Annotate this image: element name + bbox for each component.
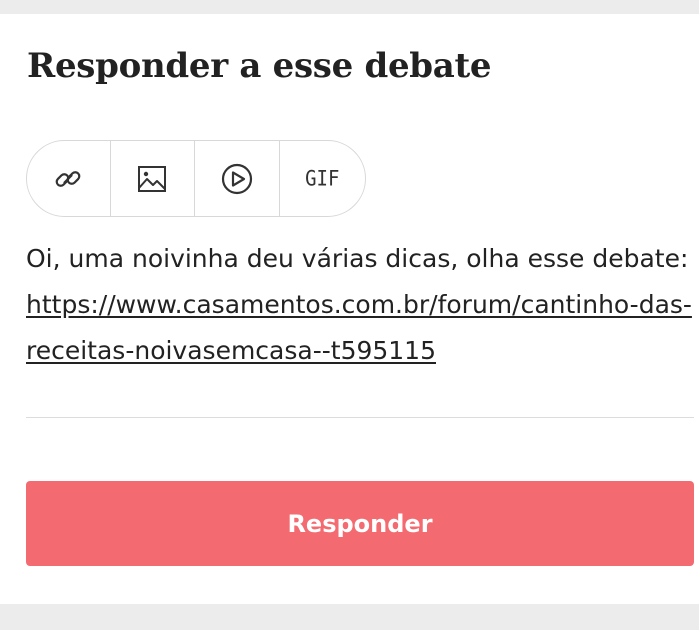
message-link[interactable]: https://www.casamentos.com.br/forum/cant… bbox=[26, 290, 692, 365]
play-video-icon bbox=[220, 162, 254, 196]
message-textarea[interactable]: Oi, uma noivinha deu várias dicas, olha … bbox=[26, 236, 694, 418]
insert-image-button[interactable] bbox=[111, 141, 195, 216]
reply-submit-button[interactable]: Responder bbox=[26, 481, 694, 566]
insert-video-button[interactable] bbox=[195, 141, 280, 216]
image-icon bbox=[136, 164, 168, 194]
gif-icon: GIF bbox=[305, 166, 340, 191]
reply-form-card: Responder a esse debate GIF Oi, uma noiv… bbox=[0, 14, 699, 604]
link-icon bbox=[52, 163, 84, 195]
insert-gif-button[interactable]: GIF bbox=[280, 141, 365, 216]
form-title: Responder a esse debate bbox=[27, 46, 492, 86]
insert-link-button[interactable] bbox=[27, 141, 111, 216]
message-text: Oi, uma noivinha deu várias dicas, olha … bbox=[26, 244, 689, 273]
editor-toolbar: GIF bbox=[26, 140, 366, 217]
